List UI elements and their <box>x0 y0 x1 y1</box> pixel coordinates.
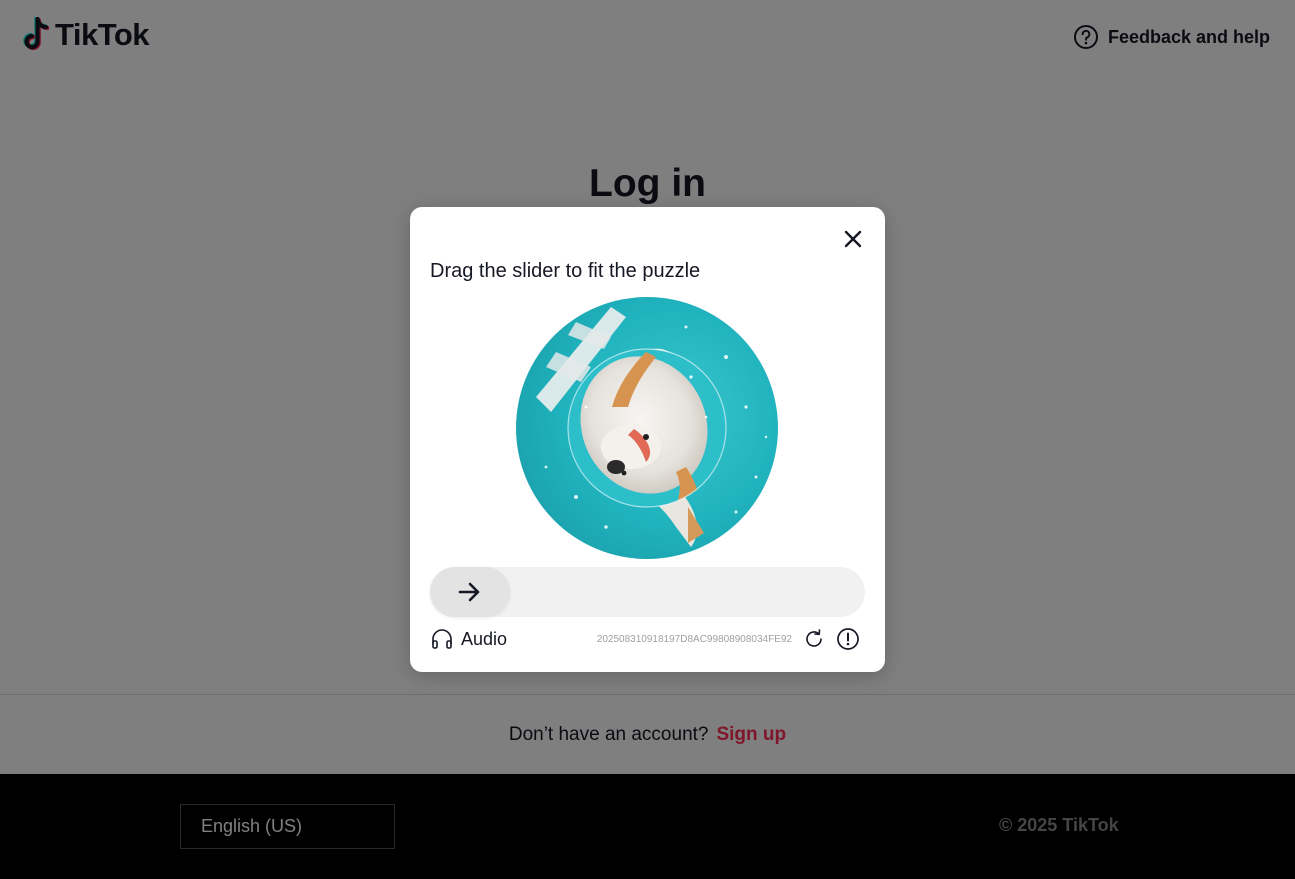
refresh-icon <box>806 629 822 647</box>
captcha-title: Drag the slider to fit the puzzle <box>430 260 701 282</box>
refresh-button[interactable] <box>802 627 826 651</box>
arrow-right-icon <box>458 582 480 602</box>
headphones-icon <box>432 629 452 649</box>
audio-button[interactable]: Audio <box>430 627 507 651</box>
alert-circle-icon <box>837 628 859 650</box>
close-button[interactable] <box>841 227 865 251</box>
close-icon <box>844 230 862 248</box>
report-button[interactable] <box>836 627 860 651</box>
rotate-puzzle-image <box>516 297 778 559</box>
slider-handle[interactable] <box>430 567 510 617</box>
slider-track[interactable] <box>430 567 865 617</box>
audio-label: Audio <box>461 628 508 649</box>
captcha-dialog: Drag the slider to fit the puzzle Audio … <box>410 207 885 672</box>
captcha-id: 20250831091819‌7D8AC99808908034FE92 <box>596 633 792 645</box>
captcha-footer: Audio 20250831091819‌7D8AC99808908034FE9… <box>430 626 860 652</box>
